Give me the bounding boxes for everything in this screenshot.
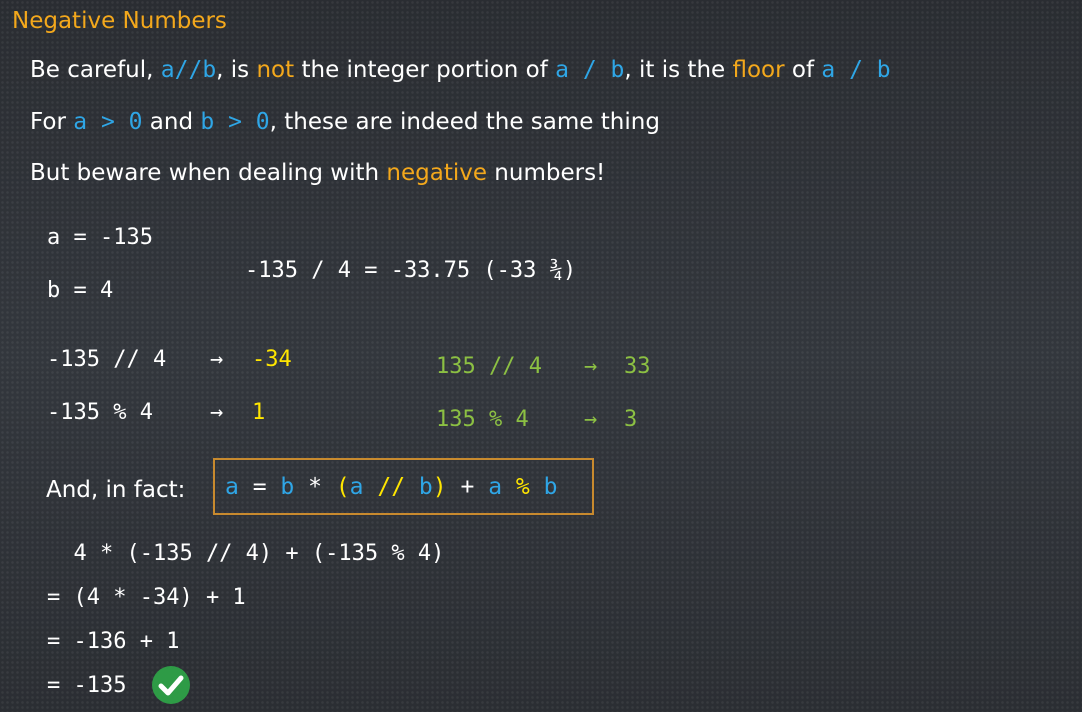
code-b-gt-0: b > 0: [200, 109, 270, 135]
assign-a: a = -135: [47, 225, 153, 250]
line-negative-warning: But beware when dealing with negative nu…: [30, 160, 605, 186]
arrow-icon: →: [584, 354, 598, 379]
code-a-div-b: a / b: [555, 57, 625, 83]
neg-floordiv-expr: -135 // 4: [47, 347, 167, 372]
pos-mod-result: 3: [624, 407, 638, 432]
code-a-gt-0: a > 0: [73, 109, 143, 135]
step-expression: 4 * (-135 // 4) + (-135 % 4): [47, 541, 445, 566]
arrow-icon: →: [584, 407, 598, 432]
code-a-floordiv-b: a//b: [160, 57, 217, 83]
var-b: b: [280, 474, 295, 500]
arrow-icon: →: [210, 400, 224, 425]
line-positive-case: For a > 0 and b > 0, these are indeed th…: [30, 109, 660, 135]
op-floordiv: //: [363, 474, 419, 500]
op-mod: %: [502, 474, 544, 500]
check-circle-icon: [152, 666, 190, 704]
assign-b: b = 4: [47, 278, 114, 303]
step-expression: = -135: [47, 673, 127, 698]
text: the integer portion of: [294, 57, 556, 83]
text: Be careful,: [30, 57, 161, 83]
var-a: a: [225, 474, 239, 500]
text: , is: [216, 57, 257, 83]
check-circle-bg: [152, 666, 190, 704]
pos-floordiv-expr: 135 // 4: [436, 354, 542, 379]
neg-mod-result: 1: [252, 400, 266, 425]
neg-floordiv-result: -34: [252, 347, 292, 372]
fact-label: And, in fact:: [46, 477, 186, 503]
pos-floordiv-result: 33: [624, 354, 651, 379]
text: , it is the: [624, 57, 733, 83]
division-result: -135 / 4 = -33.75 (-33 ¾): [245, 258, 577, 283]
text: But beware when dealing with: [30, 160, 387, 186]
text: of: [784, 57, 822, 83]
identity-formula: a = b * (a // b) + a % b: [225, 474, 557, 500]
line-floor-warning: Be careful, a//b, is not the integer por…: [30, 57, 891, 83]
highlight-not: not: [256, 57, 295, 83]
var-b: b: [418, 474, 433, 500]
arrow-icon: →: [210, 347, 224, 372]
text: numbers!: [487, 160, 606, 186]
code-a-div-b: a / b: [821, 57, 891, 83]
pos-mod-expr: 135 % 4: [436, 407, 529, 432]
paren-close: ): [432, 474, 447, 500]
text: and: [142, 109, 201, 135]
op-eq: =: [238, 474, 281, 500]
step-expression: = -136 + 1: [47, 629, 180, 654]
highlight-floor: floor: [732, 57, 785, 83]
var-a: a: [349, 474, 364, 500]
slide-title: Negative Numbers: [12, 8, 227, 34]
op-mul: *: [294, 474, 336, 500]
text: For: [30, 109, 74, 135]
op-plus: +: [446, 474, 489, 500]
var-b: b: [543, 474, 558, 500]
text: , these are indeed the same thing: [269, 109, 660, 135]
var-a: a: [488, 474, 503, 500]
neg-mod-expr: -135 % 4: [47, 400, 153, 425]
highlight-negative: negative: [386, 160, 487, 186]
paren-open: (: [335, 474, 350, 500]
step-expression: = (4 * -34) + 1: [47, 585, 246, 610]
